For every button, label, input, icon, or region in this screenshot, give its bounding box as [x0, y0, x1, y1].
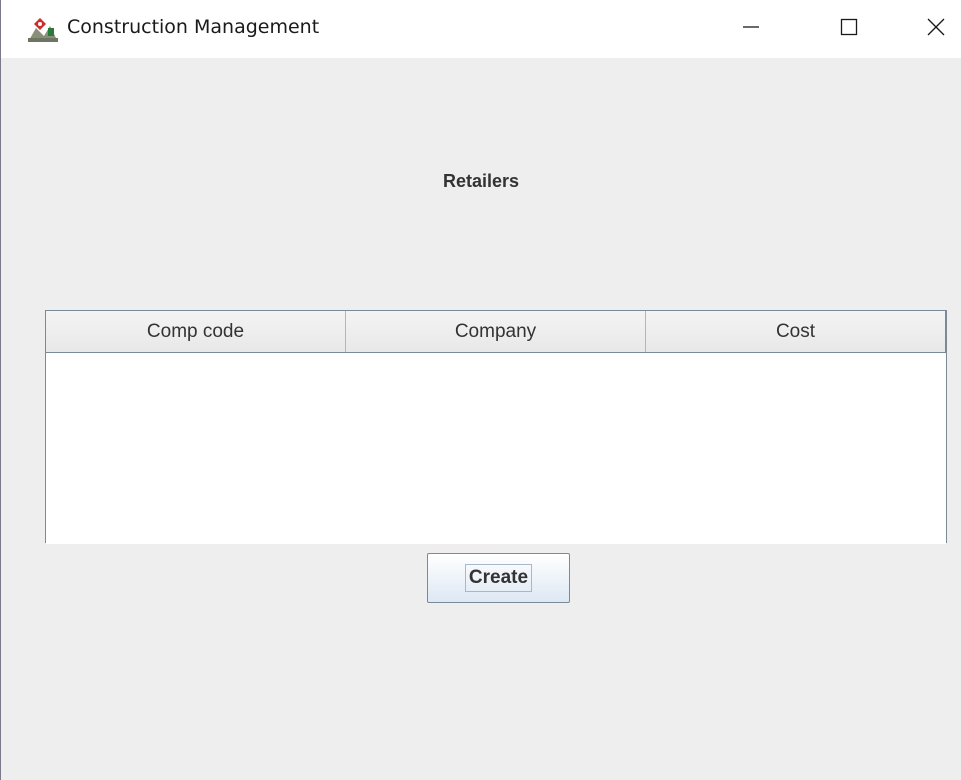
create-button-label: Create	[464, 564, 533, 592]
maximize-icon	[839, 17, 859, 42]
create-button[interactable]: Create	[427, 553, 570, 603]
close-icon	[926, 17, 946, 42]
application-window: Construction Management Retailers Comp c…	[0, 0, 961, 780]
column-header-cost[interactable]: Cost	[646, 311, 946, 352]
minimize-button[interactable]	[721, 0, 781, 58]
page-title: Retailers	[442, 171, 520, 191]
maximize-button[interactable]	[819, 0, 879, 58]
retailers-table[interactable]: Comp code Company Cost	[45, 310, 947, 544]
table-body[interactable]	[46, 353, 946, 544]
window-title: Construction Management	[67, 16, 320, 38]
column-header-company[interactable]: Company	[346, 311, 646, 352]
column-header-comp-code[interactable]: Comp code	[46, 311, 346, 352]
table-header: Comp code Company Cost	[46, 311, 946, 353]
close-button[interactable]	[906, 0, 961, 58]
java-duke-icon	[26, 14, 60, 44]
minimize-icon	[741, 17, 761, 42]
title-bar[interactable]: Construction Management	[1, 0, 961, 58]
